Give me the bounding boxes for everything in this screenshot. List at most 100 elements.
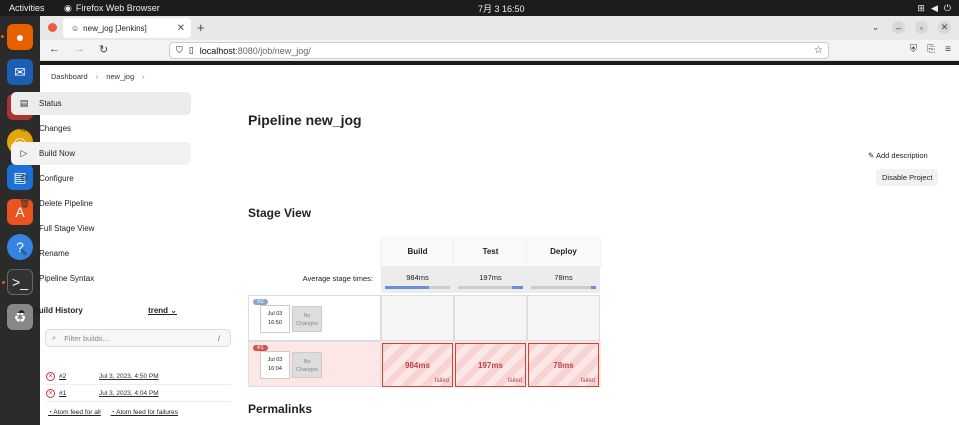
toolbar-right: ⛨ ⎘ ≡ bbox=[910, 44, 951, 55]
build-date[interactable]: Jul 3, 2023, 4:04 PM bbox=[99, 390, 159, 397]
run-time: 16:04 bbox=[268, 366, 282, 372]
pocket-icon[interactable]: ⛨ bbox=[910, 44, 918, 55]
stage-cell-build-failed[interactable]: 984ms failed bbox=[382, 343, 453, 387]
pencil-icon: ✎ bbox=[868, 151, 875, 160]
run-date: Jul 03 bbox=[267, 357, 283, 363]
url-path: :8080/job/new_jog/ bbox=[235, 45, 311, 56]
avg-label: Average stage times: bbox=[302, 274, 373, 283]
avg-time-value: 78ms bbox=[554, 273, 573, 282]
stage-cell-deploy-failed[interactable]: 78ms failed bbox=[528, 343, 599, 387]
sidebar-item-label: Configure bbox=[39, 174, 74, 183]
avg-time-value: 197ms bbox=[479, 273, 502, 282]
avg-progress-bar bbox=[458, 286, 523, 289]
stage-duration: 78ms bbox=[553, 360, 574, 370]
stage-header-deploy: Deploy bbox=[527, 237, 600, 266]
chevron-right-icon: › bbox=[142, 71, 145, 81]
feed-failures-link[interactable]: ◔ Atom feed for failures bbox=[111, 409, 178, 416]
list-tabs-icon[interactable]: ⌄ bbox=[869, 21, 882, 34]
disable-project-button[interactable]: Disable Project bbox=[876, 169, 939, 186]
play-icon: ▷ bbox=[20, 148, 28, 158]
add-description-link[interactable]: ✎ Add description bbox=[868, 151, 928, 160]
stage-duration: 984ms bbox=[405, 360, 430, 370]
tab-jenkins[interactable]: ☺ new_jog [Jenkins] ✕ bbox=[63, 18, 191, 38]
trash-icon: 🗑 bbox=[19, 198, 31, 208]
clock[interactable]: 7月 3 16:50 bbox=[478, 2, 525, 15]
build-row[interactable]: × #2 Jul 3, 2023, 4:50 PM bbox=[46, 368, 231, 385]
extensions-icon[interactable]: ⎘ bbox=[927, 44, 935, 55]
power-icon: ⏻ bbox=[943, 2, 951, 13]
back-icon[interactable]: ← bbox=[49, 43, 60, 56]
sidebar-item-label: Rename bbox=[39, 249, 70, 258]
run-info: #1 Jul 03 16:04 No Changes bbox=[248, 341, 381, 387]
bookmark-star-icon[interactable]: ☆ bbox=[814, 45, 823, 56]
sidebar-item-label: Build Now bbox=[39, 149, 76, 158]
minimize-icon[interactable]: – bbox=[892, 21, 905, 34]
chevron-right-icon: › bbox=[95, 71, 99, 81]
new-tab-icon[interactable]: + bbox=[197, 20, 205, 35]
url-bar[interactable]: ⛉ ▯ localhost:8080/job/new_jog/ ☆ bbox=[169, 42, 829, 59]
trend-dropdown[interactable]: trend ⌄ bbox=[148, 306, 177, 315]
feed-all-link[interactable]: ◔ Atom feed for all bbox=[48, 409, 101, 416]
sidebar-item-build-now[interactable]: ▷ Build Now bbox=[11, 142, 191, 165]
firefox-view-icon[interactable] bbox=[48, 23, 57, 32]
sidebar-item-label: Status bbox=[39, 99, 62, 108]
search-icon: ⌕ bbox=[21, 223, 27, 233]
close-tab-icon[interactable]: ✕ bbox=[177, 23, 185, 34]
shield-icon: ⛉ bbox=[176, 45, 183, 55]
forward-icon[interactable]: → bbox=[74, 43, 85, 56]
permalinks-title: Permalinks bbox=[248, 402, 313, 416]
build-number[interactable]: #1 bbox=[59, 390, 89, 397]
maximize-icon[interactable]: ▫ bbox=[915, 21, 928, 34]
sidebar-item-configure[interactable]: ⚙ Configure bbox=[11, 167, 191, 190]
network-icon: ⊞ bbox=[917, 2, 925, 13]
filter-builds-input[interactable]: ⌕ Filter builds... / bbox=[45, 329, 231, 347]
failed-status-icon: × bbox=[46, 371, 55, 381]
sidebar-item-label: Pipeline Syntax bbox=[39, 274, 95, 283]
breadcrumb-dashboard[interactable]: Dashboard bbox=[51, 72, 88, 81]
avg-time-build: 984ms bbox=[381, 266, 454, 293]
stage-cell-empty bbox=[381, 295, 454, 341]
status-icon: ▤ bbox=[19, 98, 29, 108]
stage-cell-test-failed[interactable]: 197ms failed bbox=[455, 343, 526, 387]
build-history-title: Build History bbox=[33, 305, 83, 315]
run-info: #2 Jul 03 16:50 No Changes bbox=[248, 295, 381, 341]
no-changes-box: No Changes bbox=[292, 306, 322, 332]
add-description-label: Add description bbox=[875, 151, 928, 160]
stage-cell-empty bbox=[527, 295, 600, 341]
reload-icon[interactable]: ↻ bbox=[99, 43, 108, 56]
build-number[interactable]: #2 bbox=[59, 373, 89, 380]
filter-shortcut: / bbox=[217, 333, 220, 343]
menu-icon[interactable]: ≡ bbox=[945, 44, 951, 55]
run-date: Jul 03 bbox=[267, 311, 283, 317]
avg-time-deploy: 78ms bbox=[527, 266, 600, 293]
close-window-icon[interactable]: ✕ bbox=[938, 21, 951, 34]
running-indicator bbox=[1, 35, 4, 38]
gear-icon: ⚙ bbox=[19, 173, 29, 183]
sidebar-item-status[interactable]: ▤ Status bbox=[11, 92, 191, 115]
navigation-bar: ← → ↻ ⛉ ▯ localhost:8080/job/new_jog/ ☆ … bbox=[40, 40, 959, 61]
build-date[interactable]: Jul 3, 2023, 4:50 PM bbox=[99, 373, 159, 380]
thunderbird-dock-icon[interactable]: ✉ bbox=[7, 59, 33, 85]
sidebar-item-delete-pipeline[interactable]: 🗑 Delete Pipeline bbox=[11, 192, 191, 215]
sidebar-item-rename[interactable]: ✎ Rename bbox=[11, 242, 191, 265]
firefox-dock-icon[interactable]: ● bbox=[1, 24, 33, 50]
failed-status-icon: × bbox=[46, 388, 55, 398]
tab-title: new_jog [Jenkins] bbox=[83, 23, 147, 33]
sidebar-item-changes[interactable]: </> Changes bbox=[11, 117, 191, 140]
sidebar-item-full-stage-view[interactable]: ⌕ Full Stage View bbox=[11, 217, 191, 240]
breadcrumb-job[interactable]: new_jog bbox=[106, 72, 134, 81]
active-app-label[interactable]: ◉ Firefox Web Browser bbox=[64, 3, 160, 14]
stage-status: failed bbox=[580, 378, 595, 384]
build-row[interactable]: × #1 Jul 3, 2023, 4:04 PM bbox=[46, 385, 231, 402]
sidebar-item-pipeline-syntax[interactable]: ? Pipeline Syntax bbox=[11, 267, 191, 290]
stage-duration: 197ms bbox=[478, 360, 503, 370]
pencil-icon: ✎ bbox=[20, 248, 28, 258]
code-icon: </> bbox=[19, 123, 33, 134]
no-changes-box: No Changes bbox=[292, 352, 322, 378]
system-tray[interactable]: ⊞ ◀ ⏻ bbox=[917, 3, 951, 14]
activities-button[interactable]: Activities bbox=[9, 3, 45, 13]
stage-header-test: Test bbox=[454, 237, 527, 266]
average-times-row: Average stage times: 984ms 197ms 78ms bbox=[248, 266, 601, 293]
run-row-2: #2 Jul 03 16:50 No Changes bbox=[248, 295, 601, 341]
run-date-card: Jul 03 16:04 bbox=[260, 351, 290, 379]
